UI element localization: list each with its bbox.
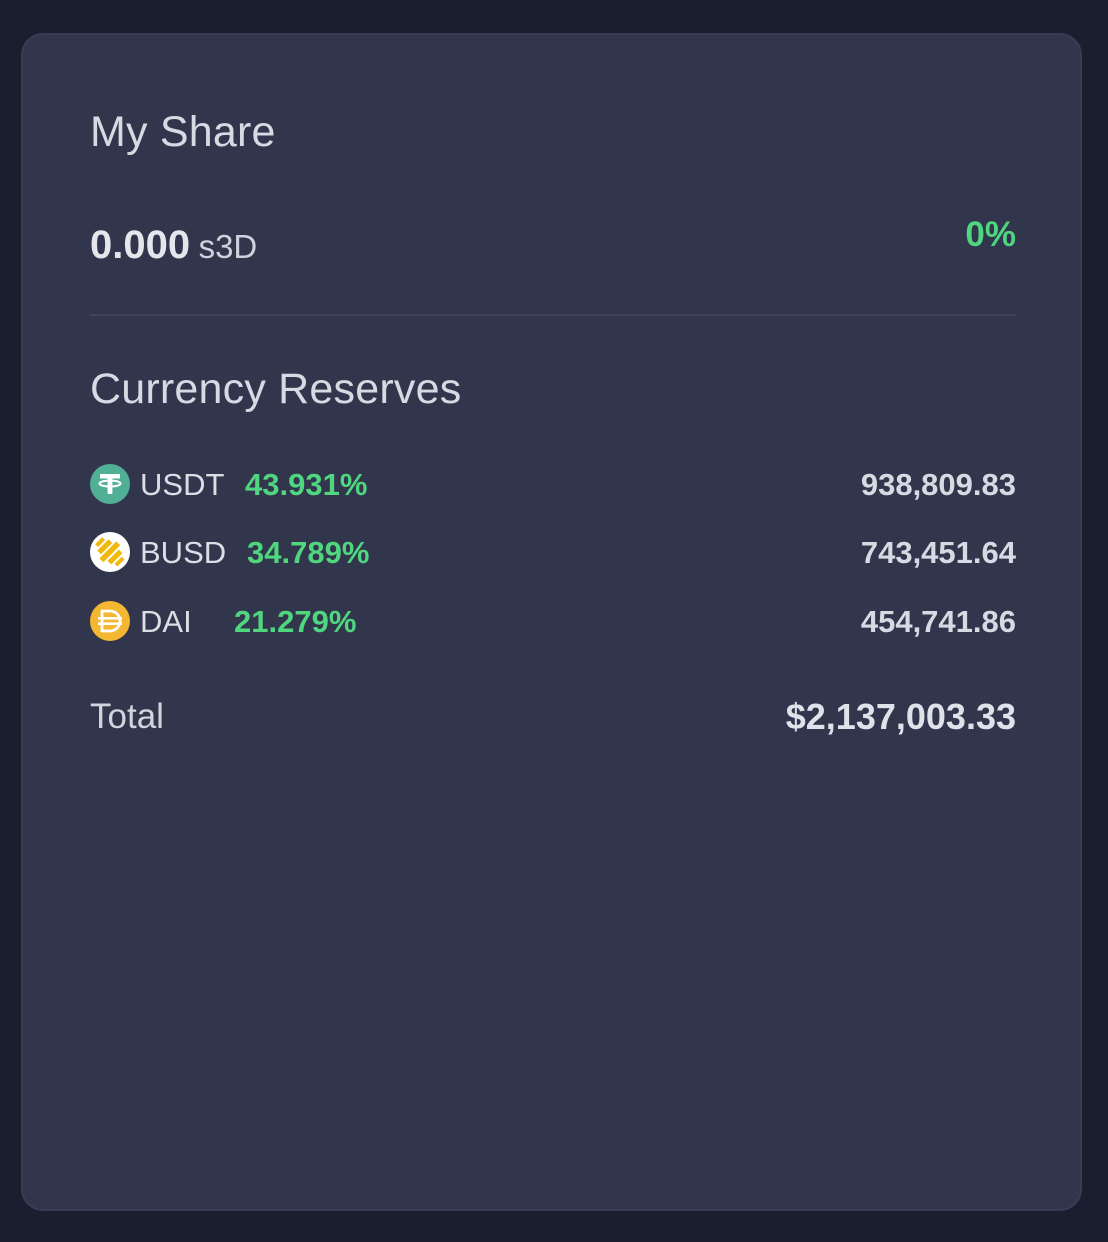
- coin-name-dai: DAI: [140, 604, 192, 639]
- my-share-row: 0.000 s3D 0%: [90, 217, 1016, 265]
- total-value: $2,137,003.33: [785, 696, 1016, 737]
- reserve-row-busd: BUSD 34.789% 743,451.64: [90, 532, 1016, 572]
- dai-icon: [90, 601, 130, 641]
- reserve-row-usdt: USDT 43.931% 938,809.83: [90, 464, 1016, 504]
- coin-name-busd: BUSD: [140, 535, 227, 570]
- coin-amount-dai: 454,741.86: [860, 604, 1016, 639]
- my-share-title: My Share: [90, 108, 276, 156]
- coin-name-usdt: USDT: [140, 467, 225, 502]
- my-share-percent: 0%: [965, 215, 1016, 254]
- my-share-amount: 0.000 s3D: [90, 225, 257, 265]
- total-label: Total: [90, 697, 164, 736]
- reserves-card: My Share 0.000 s3D 0% Currency Reserves …: [21, 33, 1082, 1211]
- coin-amount-busd: 743,451.64: [860, 535, 1016, 570]
- my-share-unit: s3D: [198, 228, 258, 265]
- coin-share-usdt: 43.931%: [245, 467, 368, 502]
- reserve-row-dai: DAI 21.279% 454,741.86: [90, 601, 1016, 641]
- busd-icon: [90, 532, 130, 572]
- coin-share-dai: 21.279%: [234, 604, 357, 639]
- section-divider: [90, 314, 1016, 316]
- coin-amount-usdt: 938,809.83: [860, 467, 1016, 502]
- coin-share-busd: 34.789%: [247, 535, 370, 570]
- tether-icon: [90, 464, 130, 504]
- my-share-value: 0.000: [90, 223, 191, 267]
- currency-reserves-title: Currency Reserves: [90, 365, 462, 413]
- total-row: Total $2,137,003.33: [90, 697, 1016, 737]
